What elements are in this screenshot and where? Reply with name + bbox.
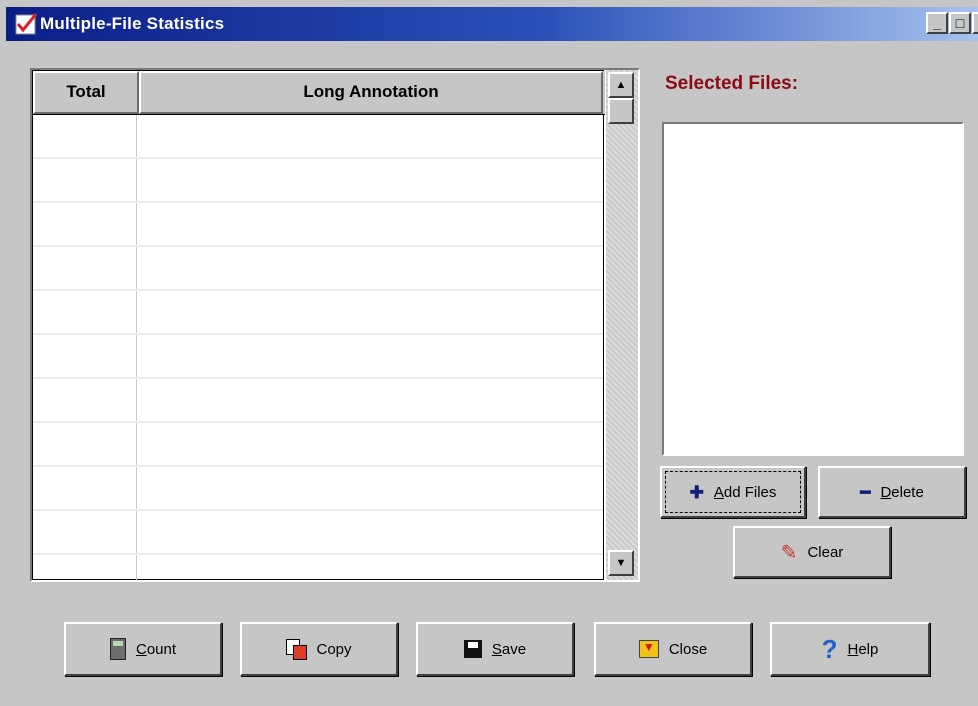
help-label: Help [847, 640, 879, 658]
help-button[interactable]: ? Help [770, 622, 930, 676]
cell-total[interactable] [33, 291, 137, 333]
table-row[interactable] [33, 423, 603, 467]
statistics-grid[interactable]: Total Long Annotation ▲ ▼ [30, 68, 640, 582]
title-bar[interactable]: Multiple-File Statistics _ □ × [6, 7, 978, 41]
copy-button[interactable]: Copy [240, 622, 398, 676]
table-row[interactable] [33, 511, 603, 555]
add-files-button[interactable]: ✚ Add Files [660, 466, 806, 518]
cell-total[interactable] [33, 379, 137, 421]
cell-long-annotation[interactable] [137, 247, 603, 289]
clear-label: Clear [807, 543, 844, 561]
table-row[interactable] [33, 247, 603, 291]
table-row[interactable] [33, 467, 603, 511]
checkmark-icon [15, 13, 38, 35]
cell-long-annotation[interactable] [137, 115, 603, 157]
cell-long-annotation[interactable] [137, 203, 603, 245]
table-row[interactable] [33, 379, 603, 423]
scroll-up-button[interactable]: ▲ [608, 72, 634, 98]
multiple-file-statistics-window: Multiple-File Statistics _ □ × Total Lon… [0, 0, 978, 706]
cell-long-annotation[interactable] [137, 291, 603, 333]
cell-total[interactable] [33, 555, 137, 580]
close-label: Close [668, 640, 708, 658]
cell-long-annotation[interactable] [137, 379, 603, 421]
cell-total[interactable] [33, 511, 137, 553]
cell-long-annotation[interactable] [137, 423, 603, 465]
table-row[interactable] [33, 335, 603, 379]
cell-total[interactable] [33, 423, 137, 465]
close-door-icon [638, 640, 659, 658]
cell-long-annotation[interactable] [137, 467, 603, 509]
count-button[interactable]: Count [64, 622, 222, 676]
count-label: Count [135, 640, 177, 658]
cell-total[interactable] [33, 467, 137, 509]
grid-vertical-scrollbar[interactable]: ▲ ▼ [606, 70, 638, 580]
maximize-button[interactable]: □ [949, 12, 971, 34]
close-window-button[interactable]: × [972, 12, 978, 34]
add-files-label: Add Files [713, 483, 777, 501]
delete-button[interactable]: ━ Delete [818, 466, 966, 518]
scroll-down-button[interactable]: ▼ [608, 550, 634, 576]
cell-long-annotation[interactable] [137, 335, 603, 377]
floppy-disk-icon [463, 640, 482, 658]
save-label: Save [491, 640, 527, 658]
table-row[interactable] [33, 159, 603, 203]
table-row[interactable] [33, 291, 603, 335]
grid-body: Total Long Annotation [32, 70, 605, 580]
clear-button[interactable]: ✎ Clear [733, 526, 891, 578]
cell-total[interactable] [33, 203, 137, 245]
cell-total[interactable] [33, 247, 137, 289]
minimize-button[interactable]: _ [926, 12, 948, 34]
scroll-thumb[interactable] [608, 98, 634, 124]
selected-files-list[interactable] [662, 122, 964, 456]
copy-label: Copy [316, 640, 352, 658]
delete-label: Delete [880, 483, 924, 501]
plus-icon: ✚ [689, 482, 704, 502]
window-title: Multiple-File Statistics [40, 14, 225, 33]
table-row[interactable] [33, 203, 603, 247]
cell-total[interactable] [33, 115, 137, 157]
cell-long-annotation[interactable] [137, 511, 603, 553]
minus-icon: ━ [860, 482, 871, 502]
table-row[interactable] [33, 555, 603, 580]
cell-total[interactable] [33, 335, 137, 377]
column-header-total[interactable]: Total [33, 71, 139, 114]
selected-files-label: Selected Files: [665, 73, 799, 94]
close-button[interactable]: Close [594, 622, 752, 676]
cell-long-annotation[interactable] [137, 555, 603, 580]
column-header-long-annotation[interactable]: Long Annotation [139, 71, 603, 114]
copy-icon [286, 639, 308, 660]
eraser-icon: ✎ [780, 541, 798, 564]
save-button[interactable]: Save [416, 622, 574, 676]
cell-long-annotation[interactable] [137, 159, 603, 201]
grid-rows [33, 115, 603, 580]
question-mark-icon: ? [821, 633, 838, 664]
grid-header: Total Long Annotation [33, 71, 605, 115]
calculator-icon [109, 638, 126, 660]
table-row[interactable] [33, 115, 603, 159]
cell-total[interactable] [33, 159, 137, 201]
